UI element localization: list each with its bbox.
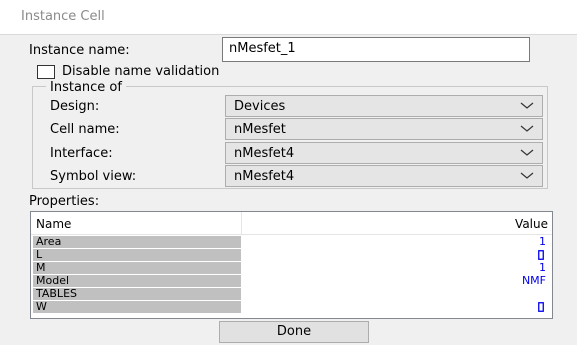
property-name: L xyxy=(33,249,241,261)
table-row[interactable]: W xyxy=(31,301,552,314)
table-row[interactable]: L xyxy=(31,249,552,262)
design-value: Devices xyxy=(234,99,286,114)
done-button[interactable]: Done xyxy=(219,321,369,343)
symbol-view-label: Symbol view: xyxy=(50,169,137,184)
disable-validation-checkbox[interactable] xyxy=(37,65,55,79)
design-select[interactable]: Devices xyxy=(225,95,543,117)
symbol-view-value: nMesfet4 xyxy=(234,169,295,184)
instance-of-legend: Instance of xyxy=(46,80,126,95)
interface-value: nMesfet4 xyxy=(234,146,295,161)
interface-select[interactable]: nMesfet4 xyxy=(225,142,543,164)
properties-table: Name Value Area 1 L M 1 Model NMF TABLES… xyxy=(30,211,553,319)
column-divider[interactable] xyxy=(241,212,242,234)
property-name: Area xyxy=(33,236,241,248)
box-icon[interactable] xyxy=(538,302,544,312)
instance-cell-dialog: Instance Cell Instance name: nMesfet_1 D… xyxy=(0,0,577,345)
chevron-down-icon xyxy=(520,149,534,156)
dialog-title: Instance Cell xyxy=(21,9,105,24)
property-value[interactable]: NMF xyxy=(522,275,546,287)
chevron-down-icon xyxy=(520,102,534,109)
symbol-view-select[interactable]: nMesfet4 xyxy=(225,165,543,187)
property-value[interactable]: 1 xyxy=(539,262,546,274)
property-name: W xyxy=(33,301,241,313)
table-header: Name Value xyxy=(31,212,552,235)
chevron-down-icon xyxy=(520,125,534,132)
cell-name-label: Cell name: xyxy=(50,122,120,137)
chevron-down-icon xyxy=(520,172,534,179)
design-label: Design: xyxy=(50,99,100,114)
property-name: TABLES xyxy=(33,288,241,300)
cell-name-value: nMesfet xyxy=(234,122,286,137)
table-row[interactable]: M 1 xyxy=(31,262,552,275)
box-icon[interactable] xyxy=(538,250,544,260)
instance-name-label: Instance name: xyxy=(29,43,130,58)
column-header-name[interactable]: Name xyxy=(36,217,71,231)
table-row[interactable]: TABLES xyxy=(31,288,552,301)
cell-name-select[interactable]: nMesfet xyxy=(225,118,543,140)
property-name: M xyxy=(33,262,241,274)
disable-validation-label: Disable name validation xyxy=(62,64,220,79)
column-header-value[interactable]: Value xyxy=(515,217,548,231)
instance-name-input[interactable]: nMesfet_1 xyxy=(222,37,530,62)
title-bar: Instance Cell xyxy=(0,0,577,35)
table-row[interactable]: Model NMF xyxy=(31,275,552,288)
table-row[interactable]: Area 1 xyxy=(31,236,552,249)
property-name: Model xyxy=(33,275,241,287)
properties-label: Properties: xyxy=(29,194,100,209)
property-value[interactable]: 1 xyxy=(539,236,546,248)
interface-label: Interface: xyxy=(50,146,113,161)
